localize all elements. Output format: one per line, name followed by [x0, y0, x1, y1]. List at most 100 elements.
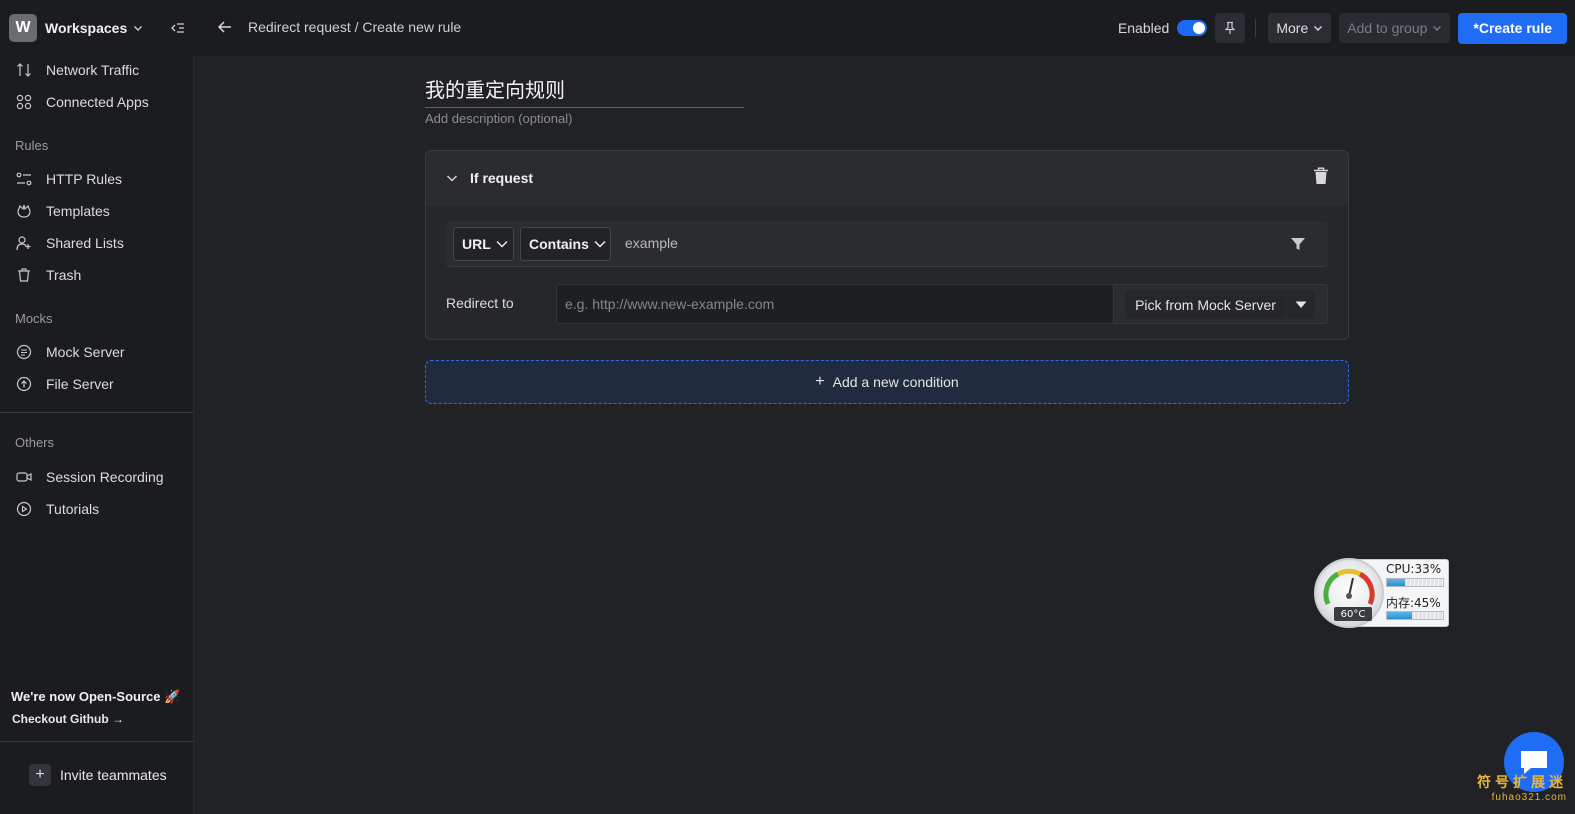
source-key-select[interactable]: URL [453, 227, 514, 261]
sidebar-item-session-recording[interactable]: Session Recording [0, 463, 194, 491]
video-icon [16, 469, 32, 485]
back-arrow-icon[interactable] [217, 19, 233, 35]
redirect-to-label: Redirect to [446, 295, 514, 311]
sidebar-divider [0, 741, 194, 742]
caret-down-icon [1295, 301, 1307, 308]
collapse-sidebar-icon[interactable] [171, 21, 185, 35]
sidebar: Network Traffic Connected Apps Rules HTT… [0, 56, 194, 814]
temperature-readout: 60°C [1334, 607, 1372, 621]
sidebar-item-trash[interactable]: Trash [0, 261, 194, 289]
breadcrumb: Redirect request / Create new rule [248, 19, 462, 35]
sidebar-item-label: Connected Apps [46, 94, 149, 110]
sidebar-item-label: HTTP Rules [46, 171, 122, 187]
sidebar-item-file-server[interactable]: File Server [0, 370, 194, 398]
if-request-header[interactable]: If request [426, 151, 1348, 206]
memory-bar [1386, 611, 1444, 620]
add-condition-label: Add a new condition [832, 374, 959, 390]
watermark-title: 符号扩展迷 [1477, 774, 1567, 790]
pick-mock-group: Pick from Mock Server [1114, 284, 1328, 324]
chevron-down-icon [594, 238, 606, 250]
play-circle-icon [16, 501, 32, 517]
redirect-url-placeholder: e.g. http://www.new-example.com [565, 296, 775, 312]
filter-icon[interactable] [1290, 236, 1306, 252]
add-to-group-label: Add to group [1347, 20, 1428, 36]
chevron-down-icon[interactable] [446, 172, 458, 184]
more-button[interactable]: More [1268, 13, 1332, 43]
divider [1255, 19, 1257, 37]
chevron-down-icon [496, 238, 508, 250]
trash-icon [16, 267, 32, 283]
redirect-url-input[interactable]: e.g. http://www.new-example.com [556, 284, 1114, 324]
sidebar-item-mock-server[interactable]: Mock Server [0, 338, 194, 366]
open-source-promo: We're now Open-Source 🚀 [11, 689, 181, 704]
file-server-icon [16, 376, 32, 392]
template-icon [16, 203, 32, 219]
sidebar-item-label: Tutorials [46, 501, 100, 517]
plus-icon: + [29, 764, 51, 786]
source-value-input[interactable]: example [625, 235, 678, 251]
mock-server-icon [16, 344, 32, 360]
sidebar-item-shared-lists[interactable]: Shared Lists [0, 229, 194, 257]
if-request-label: If request [470, 170, 534, 186]
condition-row: URL Contains example [446, 221, 1328, 267]
sidebar-item-label: Templates [46, 203, 110, 219]
chevron-down-icon [1432, 23, 1442, 33]
sidebar-item-label: Trash [46, 267, 82, 283]
site-watermark: 符号扩展迷 fuhao321.com [1471, 772, 1567, 803]
rule-name-field[interactable]: 我的重定向规则 [425, 78, 744, 108]
workspace-name: Workspaces [45, 20, 128, 36]
pin-icon [1224, 21, 1236, 34]
add-to-group-button[interactable]: Add to group [1339, 13, 1451, 43]
gauge-icon: 60°C [1314, 558, 1384, 628]
sidebar-item-tutorials[interactable]: Tutorials [0, 495, 194, 523]
invite-label: Invite teammates [60, 767, 167, 783]
cpu-bar [1386, 578, 1444, 587]
section-title-mocks: Mocks [15, 311, 53, 326]
sidebar-item-label: File Server [46, 376, 114, 392]
rules-icon [16, 171, 32, 187]
sidebar-item-http-rules[interactable]: HTTP Rules [0, 165, 194, 193]
grid-icon [16, 94, 32, 110]
cpu-label: CPU:33% [1386, 562, 1442, 576]
workspace-switcher[interactable]: W Workspaces [9, 14, 185, 42]
pick-dropdown-button[interactable] [1287, 290, 1315, 319]
create-rule-button[interactable]: *Create rule [1458, 12, 1567, 44]
rule-name: 我的重定向规则 [425, 80, 565, 102]
sidebar-item-network-traffic[interactable]: Network Traffic [0, 56, 194, 84]
description-input[interactable]: Add description (optional) [425, 111, 572, 126]
source-key-value: URL [462, 236, 491, 252]
rule-pair-card: If request URL Contains example Redirect… [425, 150, 1349, 340]
github-link[interactable]: Checkout Github → [12, 712, 124, 726]
cpu-bar-fill [1387, 579, 1406, 586]
more-label: More [1276, 20, 1309, 36]
pick-from-mock-server-button[interactable]: Pick from Mock Server [1125, 290, 1286, 319]
invite-teammates-button[interactable]: + Invite teammates [29, 764, 167, 786]
section-title-others: Others [15, 435, 55, 450]
arrows-updown-icon [16, 62, 32, 78]
memory-bar-fill [1387, 612, 1413, 619]
sidebar-item-label: Shared Lists [46, 235, 124, 251]
workspace-avatar: W [9, 14, 37, 42]
enabled-label: Enabled [1117, 20, 1170, 36]
chevron-down-icon [1313, 23, 1323, 33]
sidebar-divider [0, 412, 194, 413]
sidebar-item-connected-apps[interactable]: Connected Apps [0, 88, 194, 116]
memory-label: 内存:45% [1386, 596, 1441, 610]
enabled-toggle[interactable] [1177, 20, 1208, 36]
sidebar-item-label: Session Recording [46, 469, 164, 485]
sidebar-item-label: Network Traffic [46, 62, 140, 78]
pin-button[interactable] [1215, 13, 1246, 43]
user-plus-icon [16, 235, 32, 251]
sidebar-item-templates[interactable]: Templates [0, 197, 194, 225]
operator-value: Contains [529, 236, 589, 252]
operator-select[interactable]: Contains [520, 227, 611, 261]
system-monitor-widget[interactable]: 60°C CPU:33% 内存:45% [1314, 557, 1450, 629]
section-title-rules: Rules [15, 138, 49, 153]
plus-icon: + [815, 373, 825, 390]
chevron-down-icon [133, 20, 143, 36]
delete-pair-icon[interactable] [1313, 167, 1329, 185]
sidebar-item-label: Mock Server [46, 344, 125, 360]
header-actions: Enabled More Add to group *Create rule [1118, 12, 1567, 44]
watermark-url: fuhao321.com [1491, 792, 1567, 803]
add-condition-button[interactable]: + Add a new condition [425, 360, 1349, 404]
